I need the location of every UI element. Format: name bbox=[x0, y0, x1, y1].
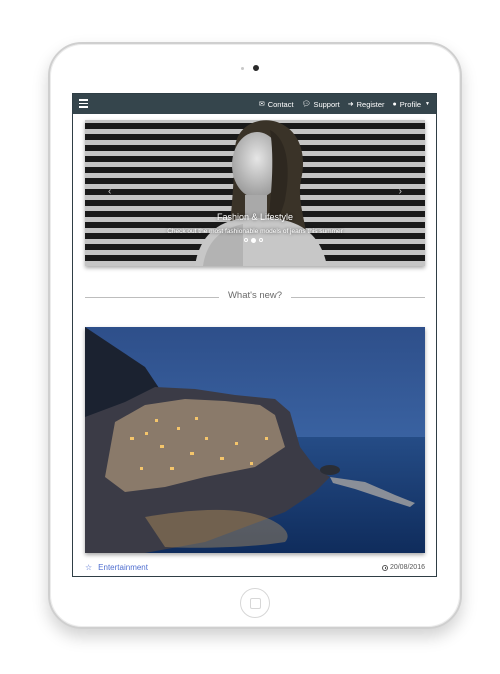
nav-register-label: Register bbox=[356, 99, 385, 109]
star-icon: ☆ bbox=[85, 563, 93, 572]
front-sensor bbox=[241, 67, 244, 70]
carousel-subtitle: Check out the most fashionable models of… bbox=[167, 228, 343, 235]
screen: ✉ Contact 💬︎ Support ➜ Register ● Profil… bbox=[72, 93, 437, 577]
carousel-slide-image bbox=[85, 120, 425, 266]
envelope-icon: ✉ bbox=[258, 100, 265, 108]
nav-items: ✉ Contact 💬︎ Support ➜ Register ● Profil… bbox=[259, 94, 430, 114]
carousel-title: Fashion & Lifestyle bbox=[216, 212, 294, 222]
carousel-dot-3[interactable] bbox=[259, 238, 263, 242]
date-label: 20/08/2016 bbox=[389, 564, 425, 571]
chat-icon: 💬︎ bbox=[301, 100, 311, 108]
carousel-next-icon[interactable]: › bbox=[399, 186, 402, 197]
hero-carousel[interactable]: ‹ › Fashion & Lifestyle Check out the mo… bbox=[85, 120, 425, 266]
home-button[interactable] bbox=[240, 588, 270, 618]
carousel-indicators bbox=[244, 237, 263, 243]
carousel-caption: Fashion & Lifestyle Check out the most f… bbox=[85, 212, 425, 235]
nav-profile-label: Profile bbox=[399, 99, 422, 109]
carousel-dot-2[interactable] bbox=[251, 237, 256, 243]
article-image[interactable] bbox=[85, 327, 425, 553]
nav-contact-label: Contact bbox=[267, 99, 294, 109]
section-heading: What's new? bbox=[227, 290, 283, 301]
carousel-dot-1[interactable] bbox=[244, 238, 248, 242]
nav-profile[interactable]: ● Profile ▼ bbox=[393, 100, 430, 109]
divider-line-right bbox=[291, 297, 425, 298]
sign-in-icon: ➜ bbox=[347, 100, 354, 108]
navbar: ✉ Contact 💬︎ Support ➜ Register ● Profil… bbox=[73, 94, 436, 114]
clock-icon bbox=[381, 564, 388, 571]
article-date: 20/08/2016 bbox=[381, 564, 425, 571]
coastal-village-photo bbox=[85, 327, 425, 553]
article-meta: ☆ Entertainment 20/08/2016 bbox=[85, 563, 425, 575]
user-icon: ● bbox=[392, 100, 397, 108]
nav-contact[interactable]: ✉ Contact bbox=[259, 100, 294, 109]
caret-down-icon: ▼ bbox=[425, 101, 430, 107]
nav-register[interactable]: ➜ Register bbox=[348, 100, 385, 109]
section-divider: What's new? bbox=[85, 290, 425, 304]
carousel-prev-icon[interactable]: ‹ bbox=[108, 186, 111, 197]
category-label: Entertainment bbox=[98, 563, 148, 572]
nav-support-label: Support bbox=[313, 99, 340, 109]
nav-support[interactable]: 💬︎ Support bbox=[302, 100, 340, 109]
category-link[interactable]: ☆ Entertainment bbox=[85, 563, 148, 572]
hamburger-icon[interactable] bbox=[79, 99, 88, 108]
front-camera bbox=[253, 65, 259, 71]
